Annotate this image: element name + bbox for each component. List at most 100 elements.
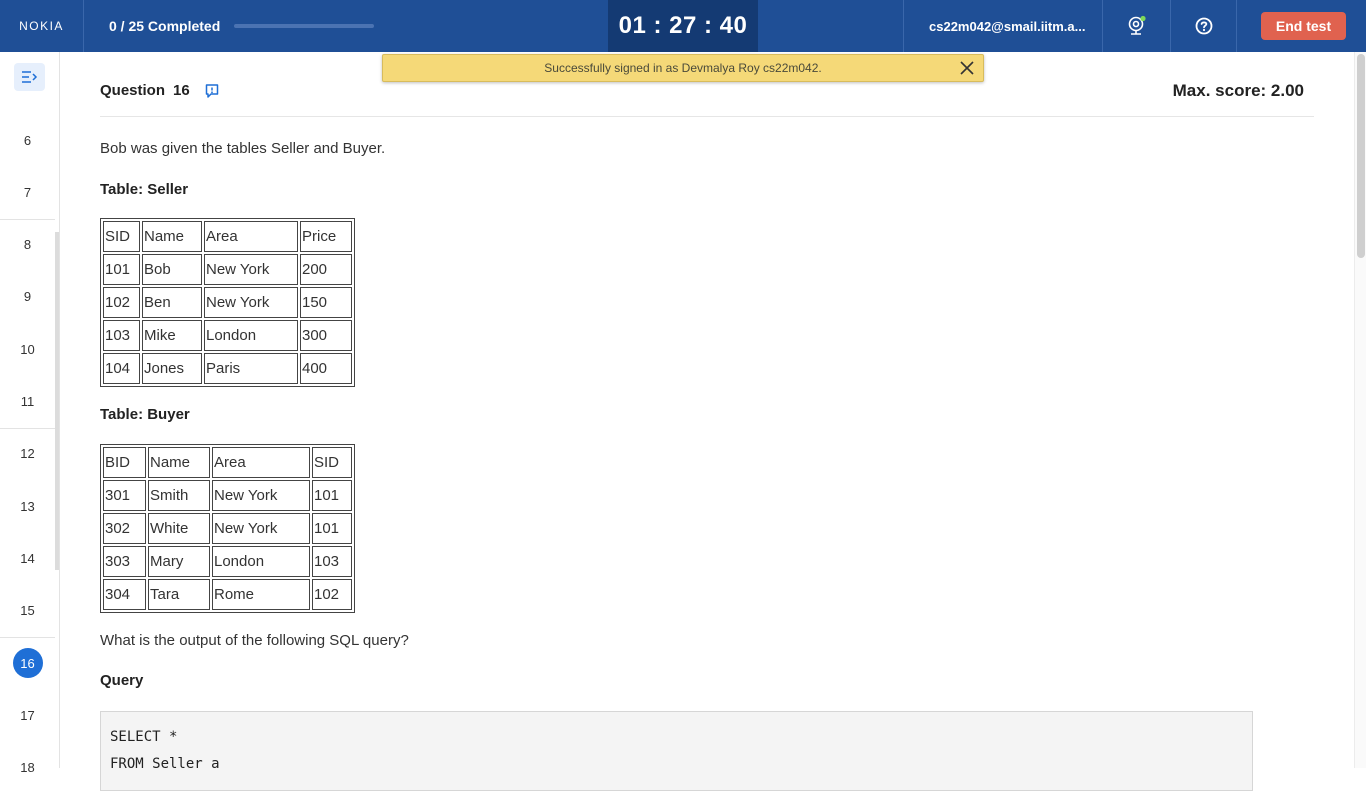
sidebar-item-q11[interactable]: 11 <box>0 376 55 428</box>
sidebar-item-q13[interactable]: 13 <box>0 480 55 532</box>
sidebar-item-q17[interactable]: 17 <box>0 689 55 741</box>
table-header-row: BID Name Area SID <box>103 447 352 478</box>
sidebar-scrollbar[interactable] <box>55 232 59 570</box>
sidebar-item-q8[interactable]: 8 <box>0 219 55 271</box>
buyer-table-heading: Table: Buyer <box>100 406 190 423</box>
sidebar-item-q15[interactable]: 15 <box>0 585 55 637</box>
progress-text: 0 / 25 Completed <box>109 18 221 34</box>
seller-table: SID Name Area Price 101 Bob New York 200 102 Ben N… <box>100 218 355 387</box>
help-button[interactable] <box>1170 0 1237 52</box>
table-cell: 104 <box>103 353 140 384</box>
sidebar-item-label: 8 <box>23 237 32 253</box>
max-score: Max. score: 2.00 <box>1172 81 1304 100</box>
table-cell: 303 <box>103 546 146 577</box>
top-bar: NOKIA 0 / 25 Completed 01 : 27 : 40 cs22… <box>0 0 1366 52</box>
sidebar-item-label: 15 <box>20 603 35 619</box>
sidebar-item-label: 11 <box>20 394 35 409</box>
table-cell: 304 <box>103 579 146 610</box>
question-title: Question 16 <box>100 82 190 99</box>
webcam-button[interactable] <box>1102 0 1170 52</box>
table-cell: Name <box>148 447 210 478</box>
nokia-logo: NOKIA <box>0 0 84 52</box>
progress-section: 0 / 25 Completed <box>84 0 375 52</box>
table-cell: 301 <box>103 480 146 511</box>
table-cell: Price <box>300 221 352 252</box>
report-issue-icon[interactable] <box>204 83 220 99</box>
user-email[interactable]: cs22m042@smail.iitm.a... <box>903 0 1103 52</box>
sidebar-item-label: 12 <box>20 446 35 462</box>
table-cell: Tara <box>148 579 210 610</box>
table-row: 101 Bob New York 200 <box>103 254 352 285</box>
table-row: 304 Tara Rome 102 <box>103 579 352 610</box>
table-cell: 300 <box>300 320 352 351</box>
sidebar-item-q9[interactable]: 9 <box>0 271 55 323</box>
table-cell: 102 <box>312 579 352 610</box>
table-cell: Ben <box>142 287 202 318</box>
table-cell: 150 <box>300 287 352 318</box>
sidebar-item-label: 6 <box>23 132 32 148</box>
table-cell: Smith <box>148 480 210 511</box>
countdown-timer: 01 : 27 : 40 <box>608 0 758 52</box>
table-cell: Name <box>142 221 202 252</box>
table-cell: Mary <box>148 546 210 577</box>
question-intro: Bob was given the tables Seller and Buye… <box>100 140 386 157</box>
sidebar-item-q16[interactable]: 16 <box>0 637 55 689</box>
table-cell: Rome <box>212 579 310 610</box>
table-header-row: SID Name Area Price <box>103 221 352 252</box>
table-cell: 302 <box>103 513 146 544</box>
page-scrollbar[interactable] <box>1354 52 1366 768</box>
help-icon <box>1195 17 1212 35</box>
table-cell: 400 <box>300 353 352 384</box>
sidebar-item-label: 17 <box>20 707 35 723</box>
sidebar-item-label: 13 <box>20 498 35 514</box>
sidebar-item-label: 9 <box>23 289 32 305</box>
table-row: 301 Smith New York 101 <box>103 480 352 511</box>
expand-sidebar-icon <box>21 71 37 83</box>
table-cell: 101 <box>312 513 352 544</box>
table-cell: 103 <box>312 546 352 577</box>
table-cell: 102 <box>103 287 140 318</box>
table-cell: White <box>148 513 210 544</box>
table-cell: Area <box>204 221 298 252</box>
close-icon[interactable] <box>959 60 975 76</box>
sidebar-item-q14[interactable]: 14 <box>0 532 55 584</box>
question-sidebar: 6 7 8 9 10 11 12 13 14 15 16 17 18 <box>0 52 60 775</box>
sidebar-item-q10[interactable]: 10 <box>0 323 55 375</box>
table-cell: 200 <box>300 254 352 285</box>
seller-table-heading: Table: Seller <box>100 181 189 198</box>
sidebar-item-q12[interactable]: 12 <box>0 428 55 480</box>
query-heading: Query <box>100 672 144 689</box>
table-cell: Jones <box>142 353 202 384</box>
sidebar-item-label: 10 <box>20 341 35 357</box>
code-line: FROM Seller a <box>110 756 220 772</box>
table-cell: 101 <box>312 480 352 511</box>
table-cell: Mike <box>142 320 202 351</box>
table-cell: SID <box>103 221 140 252</box>
sidebar-item-label: 7 <box>23 184 32 200</box>
table-cell: BID <box>103 447 146 478</box>
table-row: 303 Mary London 103 <box>103 546 352 577</box>
active-question-indicator: 16 <box>12 648 43 678</box>
table-cell: Area <box>212 447 310 478</box>
table-cell: Paris <box>204 353 298 384</box>
sidebar-toggle-button[interactable] <box>14 63 45 91</box>
table-cell: Bob <box>142 254 202 285</box>
table-cell: London <box>212 546 310 577</box>
buyer-table: BID Name Area SID 301 Smith New York 101 302 Whit… <box>100 444 355 613</box>
toast-message: Successfully signed in as Devmalya Roy c… <box>544 61 822 75</box>
scrollbar-thumb[interactable] <box>1357 54 1365 258</box>
sidebar-item-q7[interactable]: 7 <box>0 166 55 218</box>
toast-notification: Successfully signed in as Devmalya Roy c… <box>382 54 984 82</box>
table-cell: New York <box>204 287 298 318</box>
table-row: 103 Mike London 300 <box>103 320 352 351</box>
table-cell: London <box>204 320 298 351</box>
code-line: SELECT * <box>110 729 178 745</box>
table-cell: 101 <box>103 254 140 285</box>
end-test-button[interactable]: End test <box>1261 12 1346 40</box>
table-row: 104 Jones Paris 400 <box>103 353 352 384</box>
sidebar-item-q6[interactable]: 6 <box>0 114 55 166</box>
progress-bar <box>234 24 375 28</box>
table-cell: New York <box>204 254 298 285</box>
table-cell: SID <box>312 447 352 478</box>
table-cell: New York <box>212 480 310 511</box>
